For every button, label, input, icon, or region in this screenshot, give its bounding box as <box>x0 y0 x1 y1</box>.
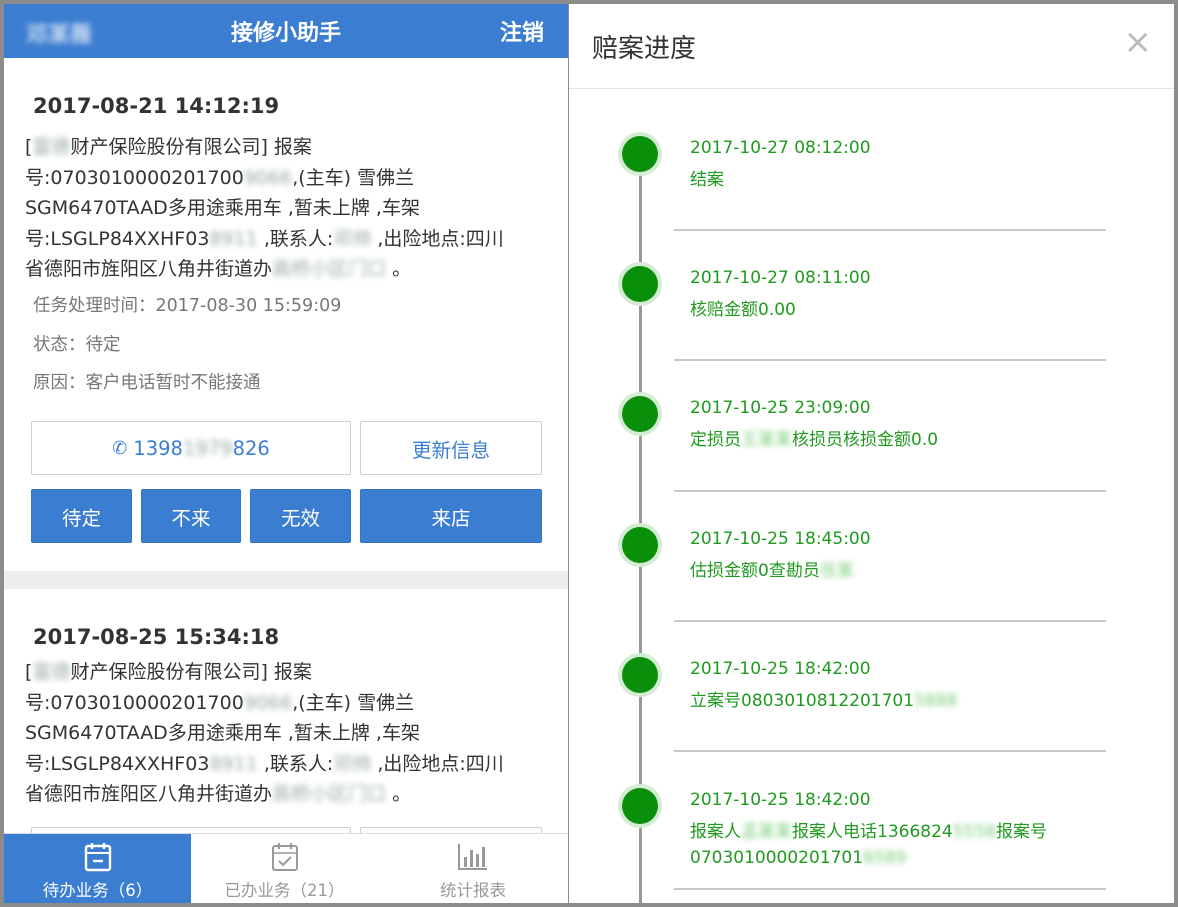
task-process-time: 任务处理时间：2017-08-30 15:59:09 <box>33 296 342 316</box>
timeline-text: 报案人孟某某报案人电话13668245558报案号 07030100002017… <box>690 822 1047 868</box>
tab-pending-business[interactable]: 待办业务（6） <box>4 834 191 903</box>
timeline-divider <box>674 750 1106 752</box>
app-title: 接修小助手 <box>230 21 341 46</box>
mobile-app: 邓某薇 接修小助手 注销 2017-08-21 14:12:19 [富德财产保险… <box>4 4 568 903</box>
screenshot-frame: 邓某薇 接修小助手 注销 2017-08-21 14:12:19 [富德财产保险… <box>0 0 1178 907</box>
timeline-dot-icon <box>618 784 662 828</box>
claim-progress-dialog: 赔案进度 × 2017-10-27 08:12:00 结案 2017-10-27… <box>569 4 1174 903</box>
task-card: 2017-08-21 14:12:19 [富德财产保险股份有限公司] 报案 号:… <box>4 58 568 571</box>
timeline-text: 结案 <box>690 170 724 190</box>
timeline-text: 立案号08030108122017015888 <box>690 691 958 711</box>
call-phone-button[interactable]: ✆ 13981979826 <box>31 421 351 475</box>
bottom-tab-bar: 待办业务（6） 已办业务（21） 统计报表 <box>4 833 568 903</box>
phone-number: 13981979826 <box>133 436 270 460</box>
timeline-time: 2017-10-25 23:09:00 <box>690 398 871 418</box>
task-time: 2017-08-25 15:34:18 <box>33 625 280 649</box>
timeline-divider <box>674 490 1106 492</box>
timeline-dot-icon <box>618 523 662 567</box>
timeline-time: 2017-10-27 08:11:00 <box>690 268 871 288</box>
task-time: 2017-08-21 14:12:19 <box>33 94 280 118</box>
timeline-time: 2017-10-25 18:45:00 <box>690 529 871 549</box>
logout-button[interactable]: 注销 <box>500 15 544 47</box>
task-description: [富德财产保险股份有限公司] 报案 号:07030100002017009066… <box>25 661 504 805</box>
calendar-minus-icon <box>4 842 191 872</box>
timeline-dot-icon <box>618 653 662 697</box>
tab-statistics-report[interactable]: 统计报表 <box>378 834 568 903</box>
timeline-divider <box>674 229 1106 231</box>
tab-label: 统计报表 <box>440 881 506 900</box>
timeline-dot-icon <box>618 392 662 436</box>
invalid-button[interactable]: 无效 <box>250 489 351 543</box>
timeline-text: 核赔金额0.00 <box>690 300 796 320</box>
task-reason: 原因：客户电话暂时不能接通 <box>33 373 261 393</box>
timeline-divider <box>674 620 1106 622</box>
bar-chart-icon <box>378 842 568 872</box>
phone-icon: ✆ <box>112 437 128 459</box>
come-to-store-button[interactable]: 来店 <box>360 489 542 543</box>
timeline-time: 2017-10-25 18:42:00 <box>690 659 871 679</box>
tab-completed-business[interactable]: 已办业务（21） <box>191 834 378 903</box>
task-description: [富德财产保险股份有限公司] 报案 号:07030100002017009066… <box>25 136 504 280</box>
timeline-dot-icon <box>618 262 662 306</box>
task-card: 2017-08-25 15:34:18 [富德财产保险股份有限公司] 报案 号:… <box>4 589 568 833</box>
update-info-button[interactable]: 更新信息 <box>360 421 542 475</box>
timeline-text: 定损员王某某核损员核损金额0.0 <box>690 430 939 450</box>
calendar-check-icon <box>191 842 378 872</box>
close-icon[interactable]: × <box>1124 22 1153 62</box>
timeline-text: 估损金额0查勘员任某 <box>690 561 854 581</box>
dialog-title: 赔案进度 <box>592 34 697 64</box>
timeline-dot-icon <box>618 132 662 176</box>
timeline-divider <box>674 359 1106 361</box>
not-coming-button[interactable]: 不来 <box>141 489 241 543</box>
timeline-divider <box>674 888 1106 890</box>
dialog-header: 赔案进度 × <box>569 4 1174 89</box>
timeline-time: 2017-10-27 08:12:00 <box>690 138 871 158</box>
task-list[interactable]: 2017-08-21 14:12:19 [富德财产保险股份有限公司] 报案 号:… <box>4 58 568 833</box>
tab-label: 待办业务（6） <box>42 881 153 900</box>
task-status: 状态：待定 <box>33 335 121 355</box>
app-header: 邓某薇 接修小助手 注销 <box>4 4 568 58</box>
pending-button[interactable]: 待定 <box>31 489 132 543</box>
timeline-time: 2017-10-25 18:42:00 <box>690 790 871 810</box>
tab-label: 已办业务（21） <box>224 881 345 900</box>
